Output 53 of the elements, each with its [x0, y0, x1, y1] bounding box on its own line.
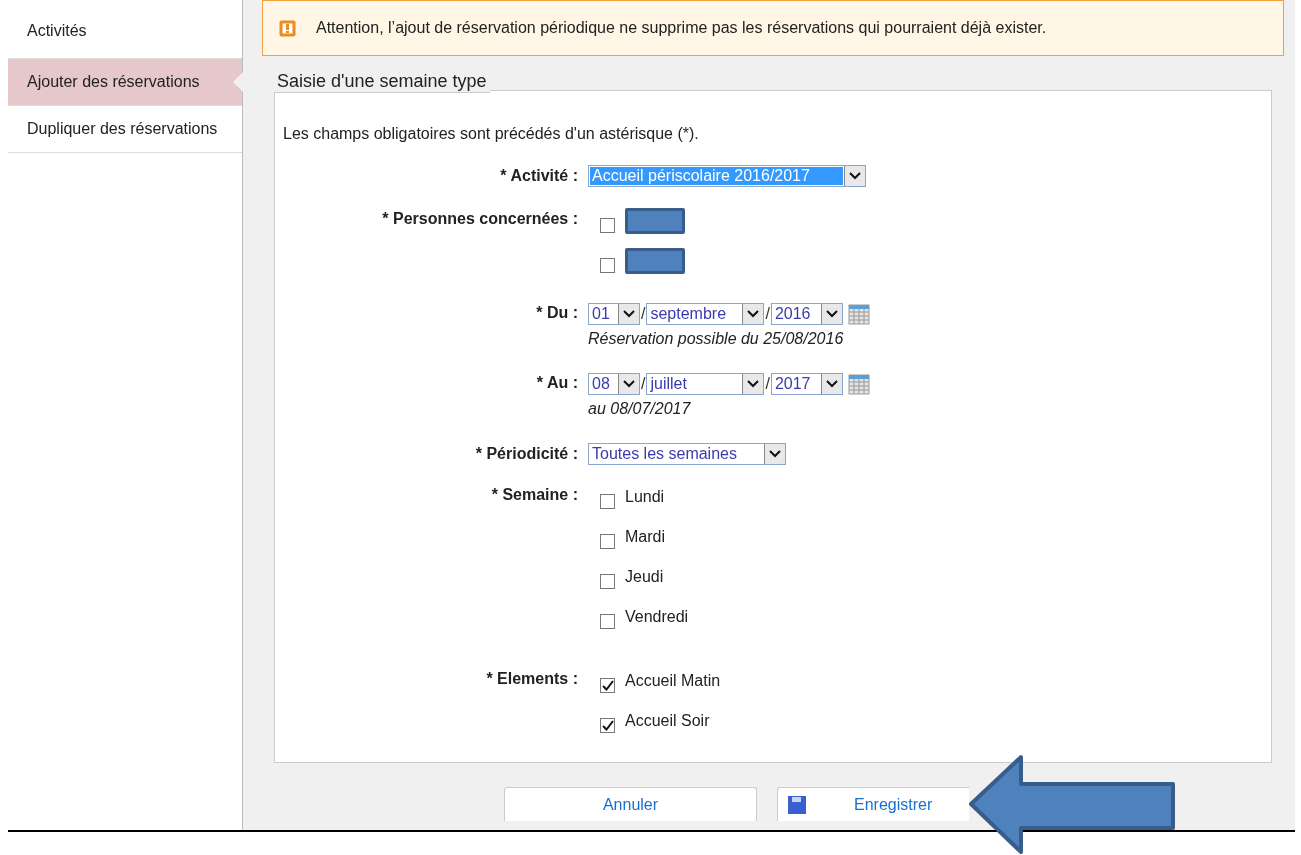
chevron-down-icon: [769, 450, 781, 458]
field-label: * Personnes concernées :: [381, 209, 578, 229]
chevron-down-icon: [623, 380, 635, 388]
checkbox[interactable]: [600, 257, 615, 273]
chevron-down-icon: [747, 380, 760, 388]
redaction-box: [625, 208, 685, 234]
checkbox[interactable]: [600, 493, 615, 509]
field-label: * Activité :: [499, 166, 578, 186]
field-label: * Périodicité :: [474, 444, 578, 464]
checkbox[interactable]: [600, 717, 615, 733]
checkbox-label: Jeudi: [625, 568, 664, 586]
month-dropdown[interactable]: septembre: [646, 303, 765, 325]
year-dropdown[interactable]: 2016: [770, 303, 843, 325]
chevron-down-icon: [623, 310, 635, 318]
calendar-icon[interactable]: [847, 303, 870, 325]
checkbox-label: Lundi: [625, 488, 665, 506]
intro-text: Les champs obligatoires sont précédés d'un astérisque (*).: [283, 125, 700, 143]
warning-text: Attention, l’ajout de réservation périodique ne supprime pas les réservations qui pourraient déjà exister.: [316, 19, 1047, 37]
date-separator: /: [641, 375, 646, 393]
checkbox[interactable]: [600, 573, 615, 589]
sidebar-item[interactable]: Dupliquer des réservations: [8, 106, 242, 153]
dropdown[interactable]: Toutes les semaines: [588, 443, 786, 465]
checkbox[interactable]: [600, 613, 615, 629]
day-dropdown[interactable]: 08: [588, 373, 640, 395]
redaction-box: [625, 248, 685, 274]
date-separator: /: [641, 305, 646, 323]
month-dropdown[interactable]: juillet: [646, 373, 765, 395]
checkbox-label: Mardi: [625, 528, 665, 546]
field-label: * Du :: [535, 303, 578, 323]
checkbox-label: Vendredi: [625, 608, 689, 626]
chevron-down-icon: [825, 380, 838, 388]
field-label: * Semaine :: [490, 485, 578, 505]
calendar-icon[interactable]: [847, 373, 870, 395]
date-hint: Réservation possible du 25/08/2016: [588, 330, 845, 348]
year-dropdown[interactable]: 2017: [770, 373, 843, 395]
checkbox[interactable]: [600, 533, 615, 549]
date-hint: au 08/07/2017: [588, 400, 692, 418]
field-label: * Au :: [535, 373, 578, 393]
checkbox[interactable]: [600, 217, 615, 233]
date-separator: /: [765, 305, 770, 323]
date-separator: /: [765, 375, 770, 393]
checkbox[interactable]: [600, 677, 615, 693]
sidebar-item[interactable]: Ajouter des réservations: [8, 59, 242, 106]
day-dropdown[interactable]: 01: [588, 303, 640, 325]
checkbox-label: Accueil Matin: [625, 672, 721, 690]
chevron-down-icon: [825, 310, 838, 318]
field-label: * Elements :: [485, 669, 578, 689]
cancel-button[interactable]: Annuler: [504, 787, 757, 821]
checkbox-label: Accueil Soir: [625, 712, 710, 730]
chevron-down-icon: [849, 172, 861, 180]
warning-icon: [279, 19, 296, 37]
save-button[interactable]: Enregistrer: [777, 787, 969, 821]
chevron-down-icon: [747, 310, 760, 318]
